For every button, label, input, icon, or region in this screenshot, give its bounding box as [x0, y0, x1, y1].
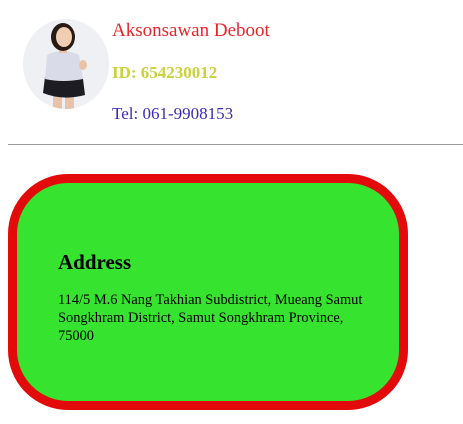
address-card: Address 114/5 M.6 Nang Takhian Subdistri…: [8, 174, 408, 410]
section-divider: [8, 144, 463, 145]
address-heading: Address: [58, 250, 132, 274]
profile-name: Aksonsawan Deboot: [112, 20, 270, 41]
avatar: [23, 19, 109, 109]
profile-header: Aksonsawan Deboot ID: 654230012 Tel: 061…: [0, 0, 463, 145]
profile-telephone: Tel: 061-9908153: [112, 104, 234, 123]
address-text: 114/5 M.6 Nang Takhian Subdistrict, Muea…: [58, 292, 363, 344]
profile-student-id: ID: 654230012: [112, 63, 218, 82]
profile-photo-icon: [23, 19, 109, 109]
